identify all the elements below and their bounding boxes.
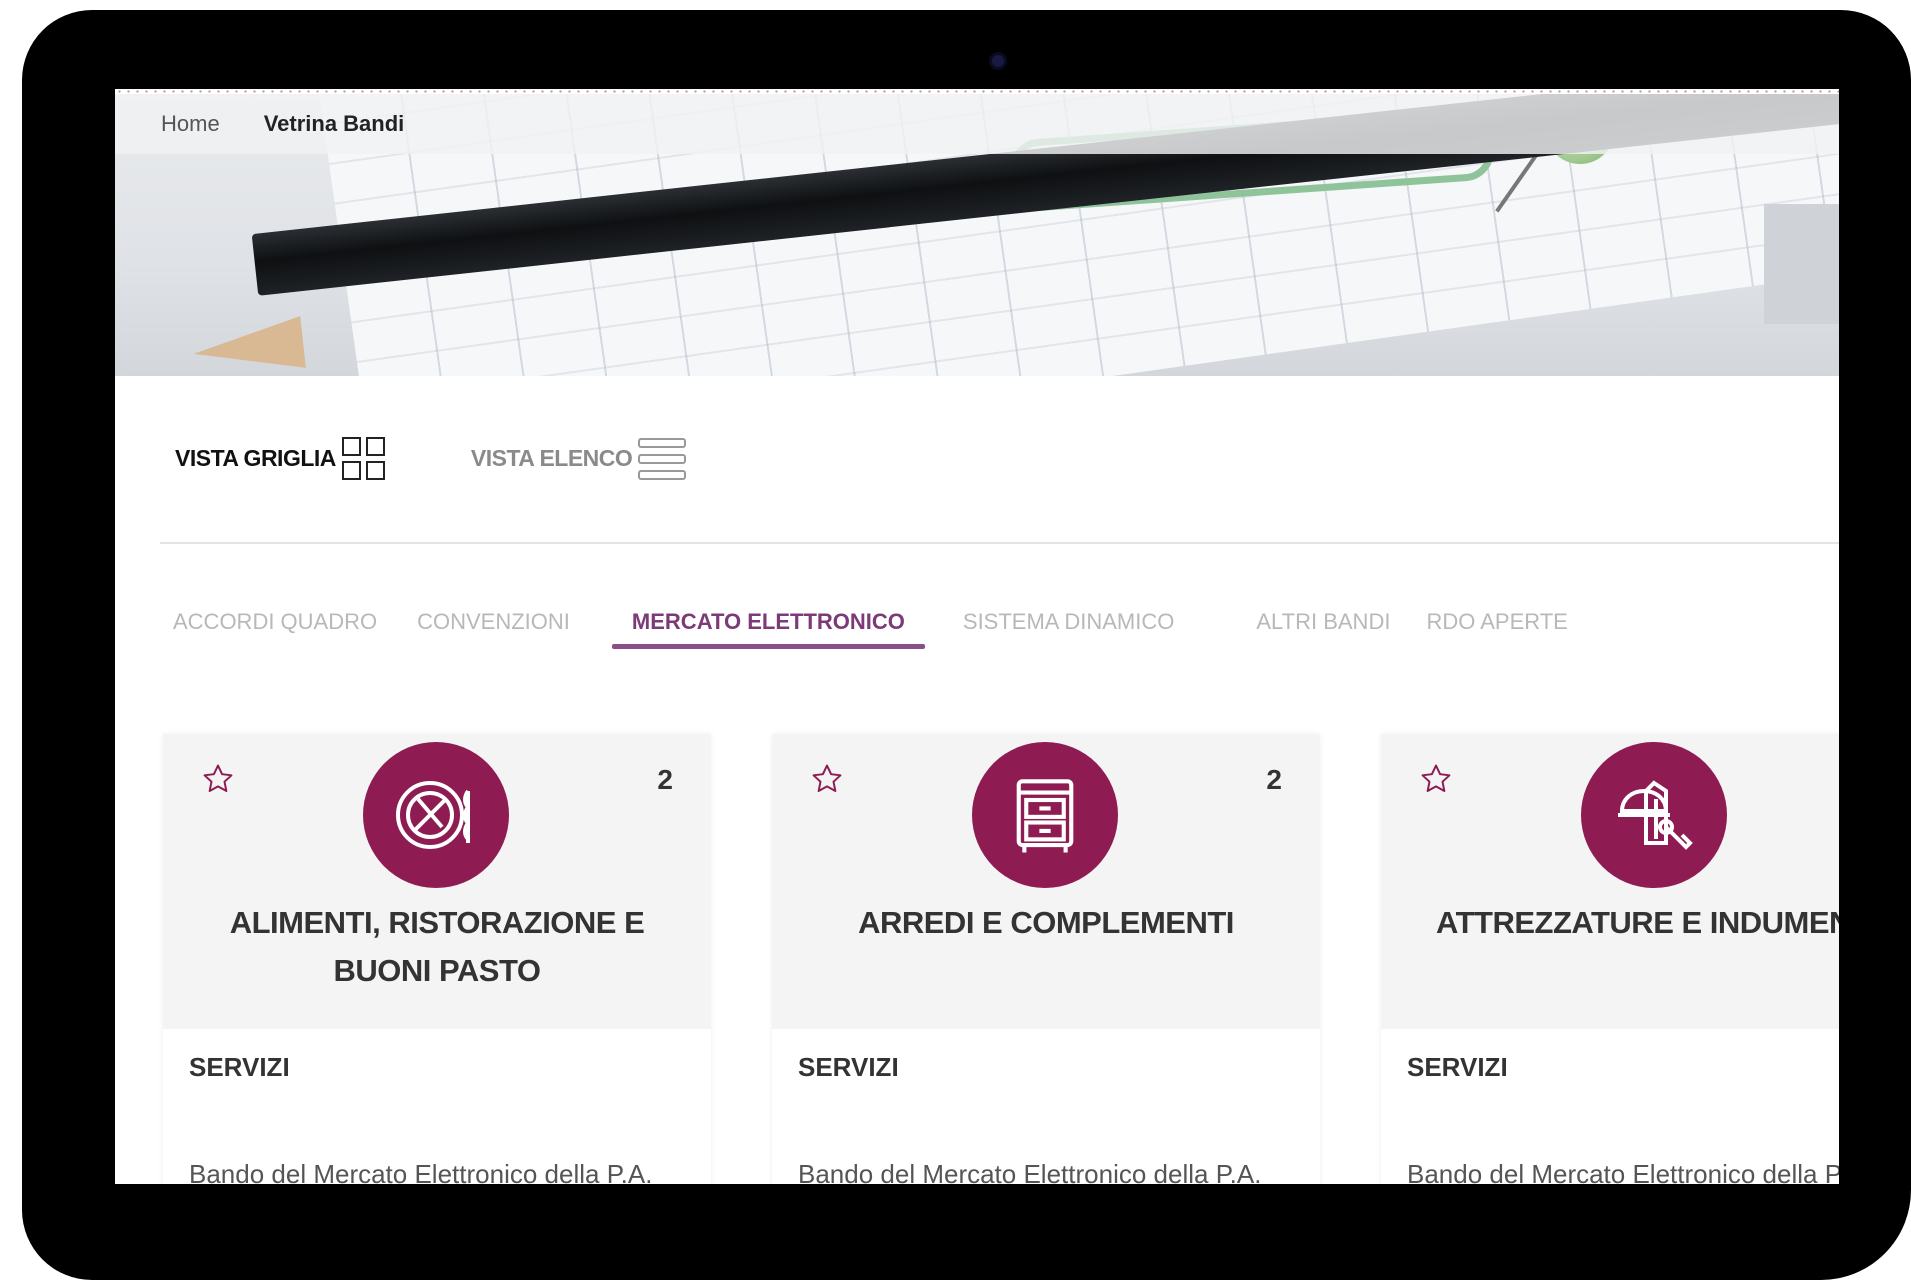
- card-description: Bando del Mercato Elettronico della P.A.: [1407, 1159, 1839, 1184]
- divider: [160, 542, 1839, 544]
- breadcrumb: Home Vetrina Bandi: [115, 94, 1839, 154]
- card-title: ARREDI E COMPLEMENTI: [858, 905, 1234, 940]
- list-icon: [638, 437, 687, 480]
- hero-banner: Home Vetrina Bandi: [115, 94, 1839, 376]
- grid-view-label: VISTA GRIGLIA: [175, 445, 336, 471]
- camera-icon: [989, 52, 1007, 70]
- tab-bar: ACCORDI QUADRO CONVENZIONI MERCATO ELETT…: [173, 609, 1568, 649]
- star-icon[interactable]: [810, 762, 844, 796]
- food-plate-icon: [363, 742, 509, 888]
- card-title: ATTREZZATURE E INDUMENTI: [1436, 905, 1839, 940]
- tab-accordi-quadro[interactable]: ACCORDI QUADRO: [173, 609, 377, 649]
- tab-sistema-dinamico[interactable]: SISTEMA DINAMICO: [963, 609, 1174, 649]
- category-card[interactable]: 2 ARREDI E COMPLEMENTI SERVIZI Bando del…: [772, 734, 1320, 1184]
- card-count: 2: [1266, 764, 1282, 795]
- card-header: 2 ARREDI E COMPLEMENTI: [772, 734, 1320, 1029]
- tab-altri-bandi[interactable]: ALTRI BANDI: [1256, 609, 1390, 649]
- tools-uniform-icon: [1581, 742, 1727, 888]
- card-description: Bando del Mercato Elettronico della P.A.: [189, 1159, 653, 1184]
- star-icon[interactable]: [1419, 762, 1453, 796]
- card-header: 2 ALIMENTI, RISTORAZIONE E BUONI PASTO: [163, 734, 711, 1029]
- grid-view-button[interactable]: VISTA GRIGLIA: [175, 437, 385, 480]
- tab-rdo-aperte[interactable]: RDO APERTE: [1426, 609, 1567, 649]
- card-category: SERVIZI: [1407, 1052, 1508, 1082]
- breadcrumb-home-link[interactable]: Home: [161, 111, 220, 137]
- grid-icon: [341, 437, 385, 480]
- category-card[interactable]: ATTREZZATURE E INDUMENTI SERVIZI Bando d…: [1381, 734, 1839, 1184]
- card-description: Bando del Mercato Elettronico della P.A.: [798, 1159, 1262, 1184]
- card-category: SERVIZI: [798, 1052, 899, 1082]
- list-view-label: VISTA ELENCO: [470, 445, 633, 471]
- view-toggle: VISTA GRIGLIA VISTA ELENCO: [175, 437, 687, 480]
- card-count: 2: [657, 764, 673, 795]
- breadcrumb-current: Vetrina Bandi: [263, 111, 405, 136]
- card-header: ATTREZZATURE E INDUMENTI: [1381, 734, 1839, 1029]
- category-card[interactable]: 2 ALIMENTI, RISTORAZIONE E BUONI PASTO S…: [163, 734, 711, 1184]
- drawer-cabinet-icon: [972, 742, 1118, 888]
- side-decoration: [1764, 204, 1839, 324]
- star-icon[interactable]: [201, 762, 235, 796]
- list-view-button[interactable]: VISTA ELENCO: [470, 437, 687, 480]
- tab-convenzioni[interactable]: CONVENZIONI: [417, 609, 570, 649]
- screen: Home Vetrina Bandi VISTA GRIGLIA VISTA E…: [115, 89, 1839, 1184]
- pencil-tip-image: [190, 316, 306, 376]
- card-category: SERVIZI: [189, 1052, 290, 1082]
- card-title: ALIMENTI, RISTORAZIONE E BUONI PASTO: [229, 905, 645, 988]
- tab-mercato-elettronico[interactable]: MERCATO ELETTRONICO: [611, 609, 925, 649]
